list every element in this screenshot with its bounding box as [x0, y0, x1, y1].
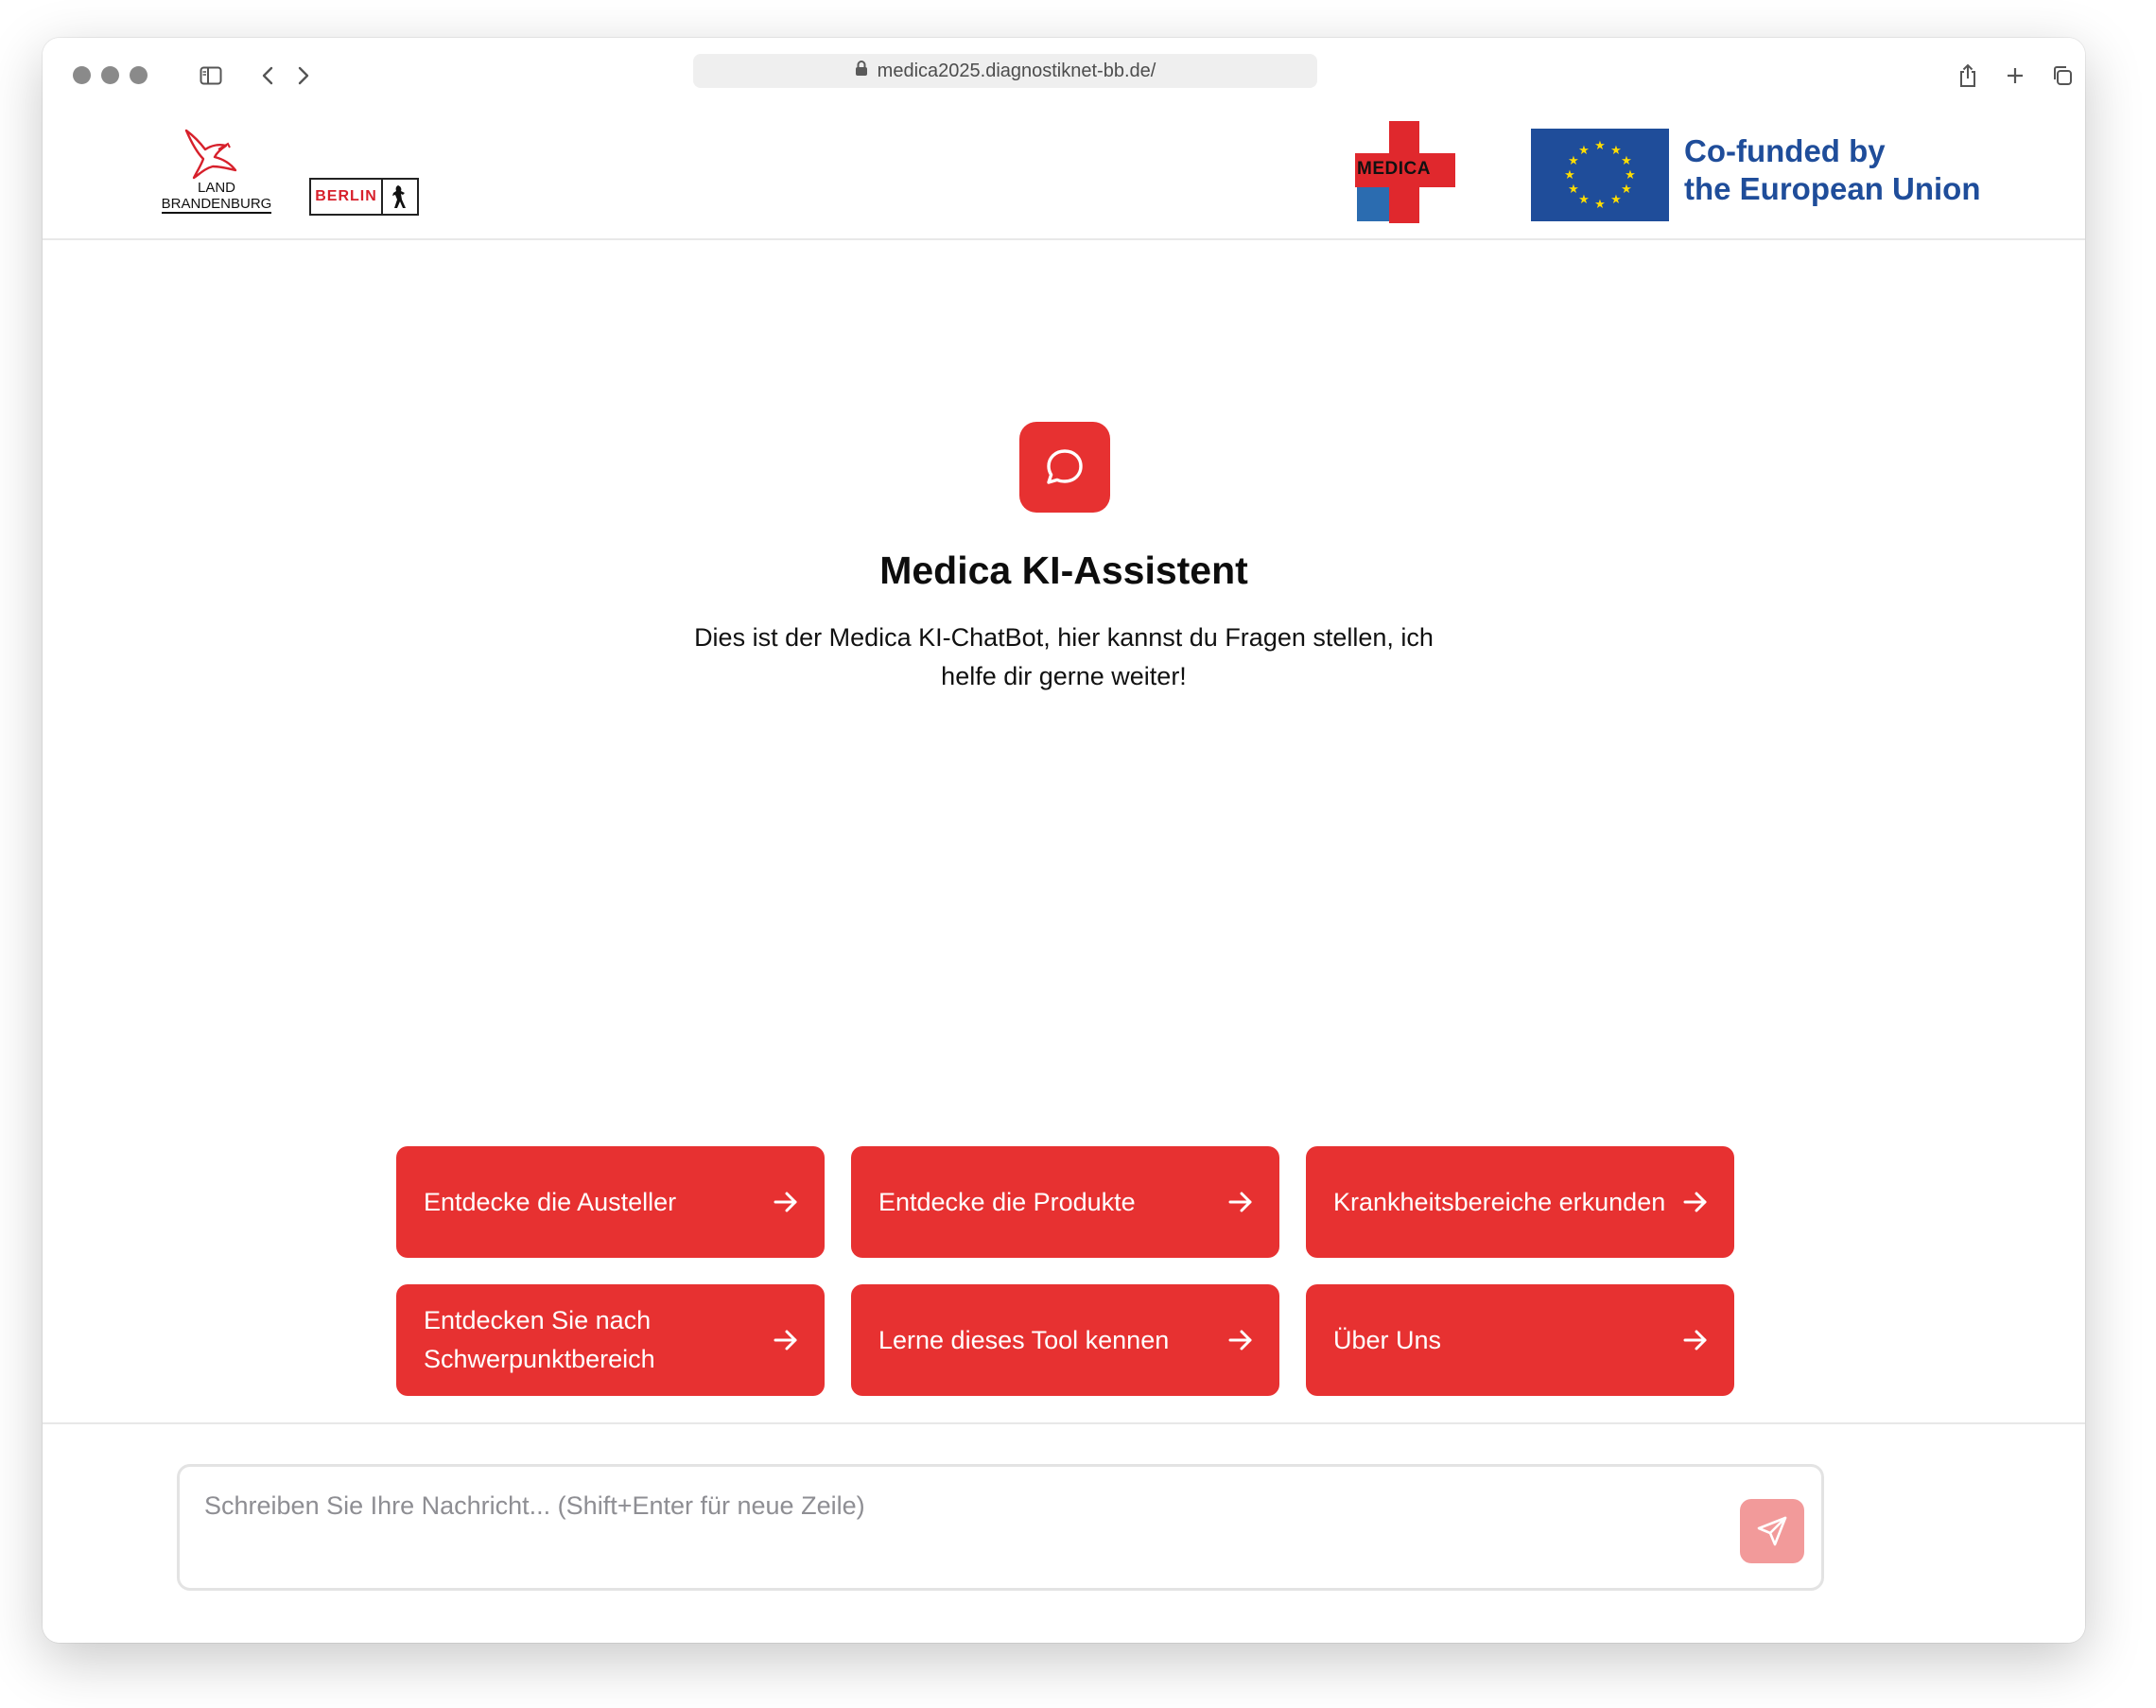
- medica-label: MEDICA: [1357, 159, 1431, 179]
- sidebar-toggle-icon[interactable]: [194, 59, 228, 93]
- browser-window: medica2025.diagnostiknet-bb.de/ LAND BRA…: [43, 38, 2085, 1643]
- page-description: Dies ist der Medica KI-ChatBot, hier kan…: [694, 623, 1434, 690]
- arrow-right-icon: [1683, 1192, 1707, 1212]
- eu-cofunded-text: Co-funded by the European Union: [1684, 132, 1981, 208]
- svg-text:★: ★: [1564, 168, 1575, 183]
- arrow-right-icon: [774, 1330, 797, 1351]
- svg-text:★: ★: [1610, 144, 1622, 158]
- brandenburg-line2: BRANDENBURG: [161, 196, 272, 214]
- action-label: Entdecke die Produkte: [878, 1187, 1136, 1216]
- address-bar[interactable]: medica2025.diagnostiknet-bb.de/: [693, 54, 1317, 88]
- svg-text:★: ★: [1568, 154, 1579, 168]
- svg-text:★: ★: [1594, 139, 1606, 153]
- minimize-window-button[interactable]: [101, 66, 119, 84]
- svg-text:★: ★: [1568, 183, 1579, 197]
- send-button[interactable]: [1740, 1499, 1804, 1563]
- eagle-icon: [184, 129, 237, 180]
- arrow-right-icon: [1228, 1192, 1252, 1212]
- page-title: Medica KI-Assistent: [879, 549, 1248, 592]
- close-window-button[interactable]: [73, 66, 91, 84]
- eu-flag[interactable]: ★ ★ ★ ★ ★ ★ ★ ★ ★ ★ ★ ★: [1531, 129, 1669, 221]
- url-text: medica2025.diagnostiknet-bb.de/: [877, 60, 1156, 81]
- message-composer: [177, 1464, 1824, 1591]
- svg-text:★: ★: [1621, 183, 1632, 197]
- window-controls: [73, 66, 148, 84]
- message-circle-icon: [1047, 449, 1083, 484]
- explore-products-button[interactable]: Entdecke die Produkte: [851, 1146, 1279, 1258]
- back-icon[interactable]: [251, 59, 285, 93]
- svg-text:★: ★: [1621, 154, 1632, 168]
- action-label: Entdecke die Austeller: [424, 1187, 677, 1216]
- action-label: Entdecken Sie nach Schwerpunktbereich: [424, 1306, 655, 1373]
- eu-line2: the European Union: [1684, 171, 1981, 206]
- svg-text:★: ★: [1610, 193, 1622, 207]
- svg-text:★: ★: [1594, 198, 1606, 212]
- chat-logo: [1019, 422, 1110, 513]
- svg-text:★: ★: [1625, 168, 1636, 183]
- brandenburg-logo[interactable]: LAND BRANDENBURG: [160, 125, 273, 219]
- action-label: Über Uns: [1333, 1325, 1442, 1354]
- svg-text:★: ★: [1578, 193, 1590, 207]
- zoom-window-button[interactable]: [130, 66, 148, 84]
- explore-disease-areas-button[interactable]: Krankheitsbereiche erkunden: [1306, 1146, 1734, 1258]
- new-tab-icon[interactable]: [1998, 59, 2032, 93]
- tab-overview-icon[interactable]: [2045, 59, 2079, 93]
- learn-tool-button[interactable]: Lerne dieses Tool kennen: [851, 1284, 1279, 1396]
- action-label: Krankheitsbereiche erkunden: [1333, 1187, 1666, 1216]
- about-us-button[interactable]: Über Uns: [1306, 1284, 1734, 1396]
- chat-footer: [43, 1422, 2085, 1643]
- share-icon[interactable]: [1951, 59, 1985, 93]
- browser-toolbar: medica2025.diagnostiknet-bb.de/: [43, 38, 2085, 112]
- explore-focus-areas-button[interactable]: Entdecken Sie nach Schwerpunktbereich: [396, 1284, 825, 1396]
- arrow-right-icon: [1228, 1330, 1252, 1351]
- message-input[interactable]: [204, 1491, 1717, 1567]
- brandenburg-line1: LAND: [197, 180, 235, 196]
- suggestion-grid: Entdecke die Austeller Entdecke die Prod…: [396, 1146, 1734, 1396]
- explore-exhibitors-button[interactable]: Entdecke die Austeller: [396, 1146, 825, 1258]
- arrow-right-icon: [774, 1192, 797, 1212]
- medica-logo[interactable]: MEDICA: [1355, 121, 1459, 223]
- berlin-logo[interactable]: BERLIN: [309, 178, 419, 216]
- eu-stars-icon: ★ ★ ★ ★ ★ ★ ★ ★ ★ ★ ★ ★: [1564, 139, 1636, 212]
- berlin-label: BERLIN: [311, 180, 383, 214]
- forward-icon[interactable]: [287, 59, 321, 93]
- bear-icon: [383, 183, 417, 210]
- lock-icon: [855, 60, 868, 82]
- eu-line1: Co-funded by: [1684, 133, 1886, 168]
- arrow-right-icon: [1683, 1330, 1707, 1351]
- svg-text:★: ★: [1578, 144, 1590, 158]
- site-header: LAND BRANDENBURG BERLIN MEDICA ★ ★ ★ ★ ★…: [43, 112, 2085, 240]
- action-label: Lerne dieses Tool kennen: [878, 1325, 1170, 1354]
- send-icon: [1757, 1516, 1787, 1546]
